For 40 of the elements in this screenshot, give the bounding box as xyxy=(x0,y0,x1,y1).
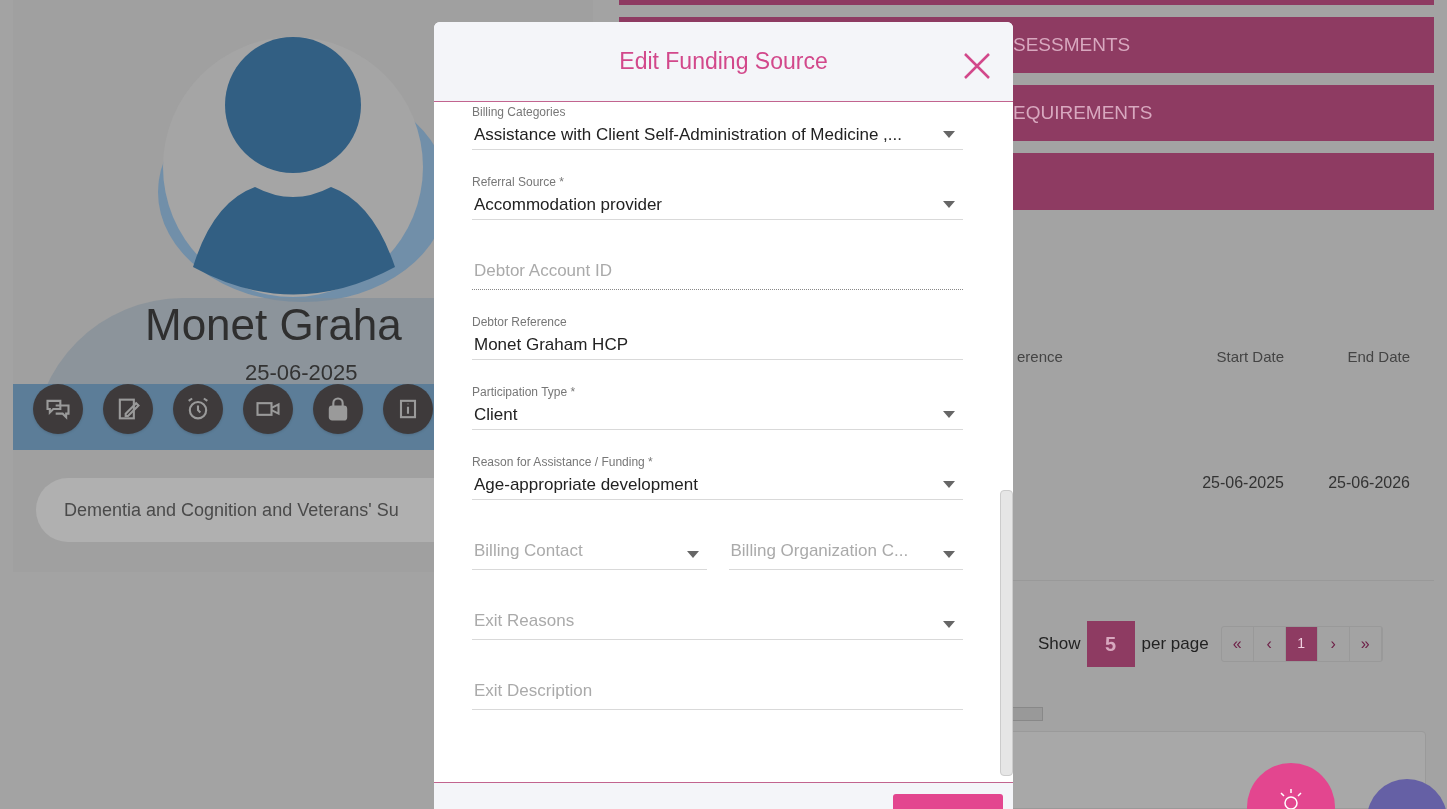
field-label: Debtor Reference xyxy=(472,314,568,330)
sun-icon xyxy=(1278,789,1304,809)
caret-icon xyxy=(686,551,699,558)
table-cell-text: 25-06-2026 xyxy=(1327,472,1410,493)
show-label: Show xyxy=(1038,633,1081,656)
select-field[interactable]: Accommodation provider xyxy=(472,190,963,220)
select-field[interactable]: Exit Reasons xyxy=(472,610,963,640)
select-field[interactable]: Billing Organization C... xyxy=(728,540,963,570)
column-header: End Date xyxy=(1346,347,1410,368)
select-field[interactable]: Client xyxy=(472,400,963,430)
field-label: Participation Type * xyxy=(472,384,577,400)
scrollbar-thumb[interactable] xyxy=(1000,490,1013,776)
field-label: Referral Source * xyxy=(472,174,566,190)
per-page-label: per page xyxy=(1141,633,1209,656)
caret-icon xyxy=(943,131,955,138)
client-name: Monet Graha xyxy=(145,299,402,351)
page-link[interactable]: ‹ xyxy=(1253,626,1286,661)
input-field[interactable]: Monet Graham HCP xyxy=(472,330,963,360)
page-link[interactable]: » xyxy=(1349,626,1382,661)
select-field[interactable]: Billing Contact xyxy=(472,540,707,570)
caret-icon xyxy=(943,551,955,558)
modal-title: Edit Funding Source xyxy=(619,47,828,77)
field-label: Billing Categories xyxy=(472,104,567,120)
page-link[interactable]: 1 xyxy=(1285,626,1318,661)
caret-icon xyxy=(943,621,955,628)
client-date: 25-06-2025 xyxy=(245,359,358,387)
page-link[interactable]: › xyxy=(1317,626,1350,661)
field-label: Reason for Assistance / Funding * xyxy=(472,454,654,470)
input-field[interactable]: Exit Description xyxy=(472,680,963,710)
caret-icon xyxy=(943,201,955,208)
select-field[interactable]: Assistance with Client Self-Administration of Medicine ,... xyxy=(472,120,963,150)
caret-icon xyxy=(943,481,955,488)
page-link[interactable]: « xyxy=(1221,626,1254,661)
page-size-field[interactable]: 5 xyxy=(1086,620,1135,667)
table-cell-text: 25-06-2025 xyxy=(1201,472,1284,493)
close-button[interactable] xyxy=(963,52,991,80)
select-field[interactable]: Age-appropriate development xyxy=(472,470,963,500)
caret-icon xyxy=(943,411,955,418)
column-header: erence xyxy=(1017,347,1064,368)
column-header: Start Date xyxy=(1215,347,1284,368)
